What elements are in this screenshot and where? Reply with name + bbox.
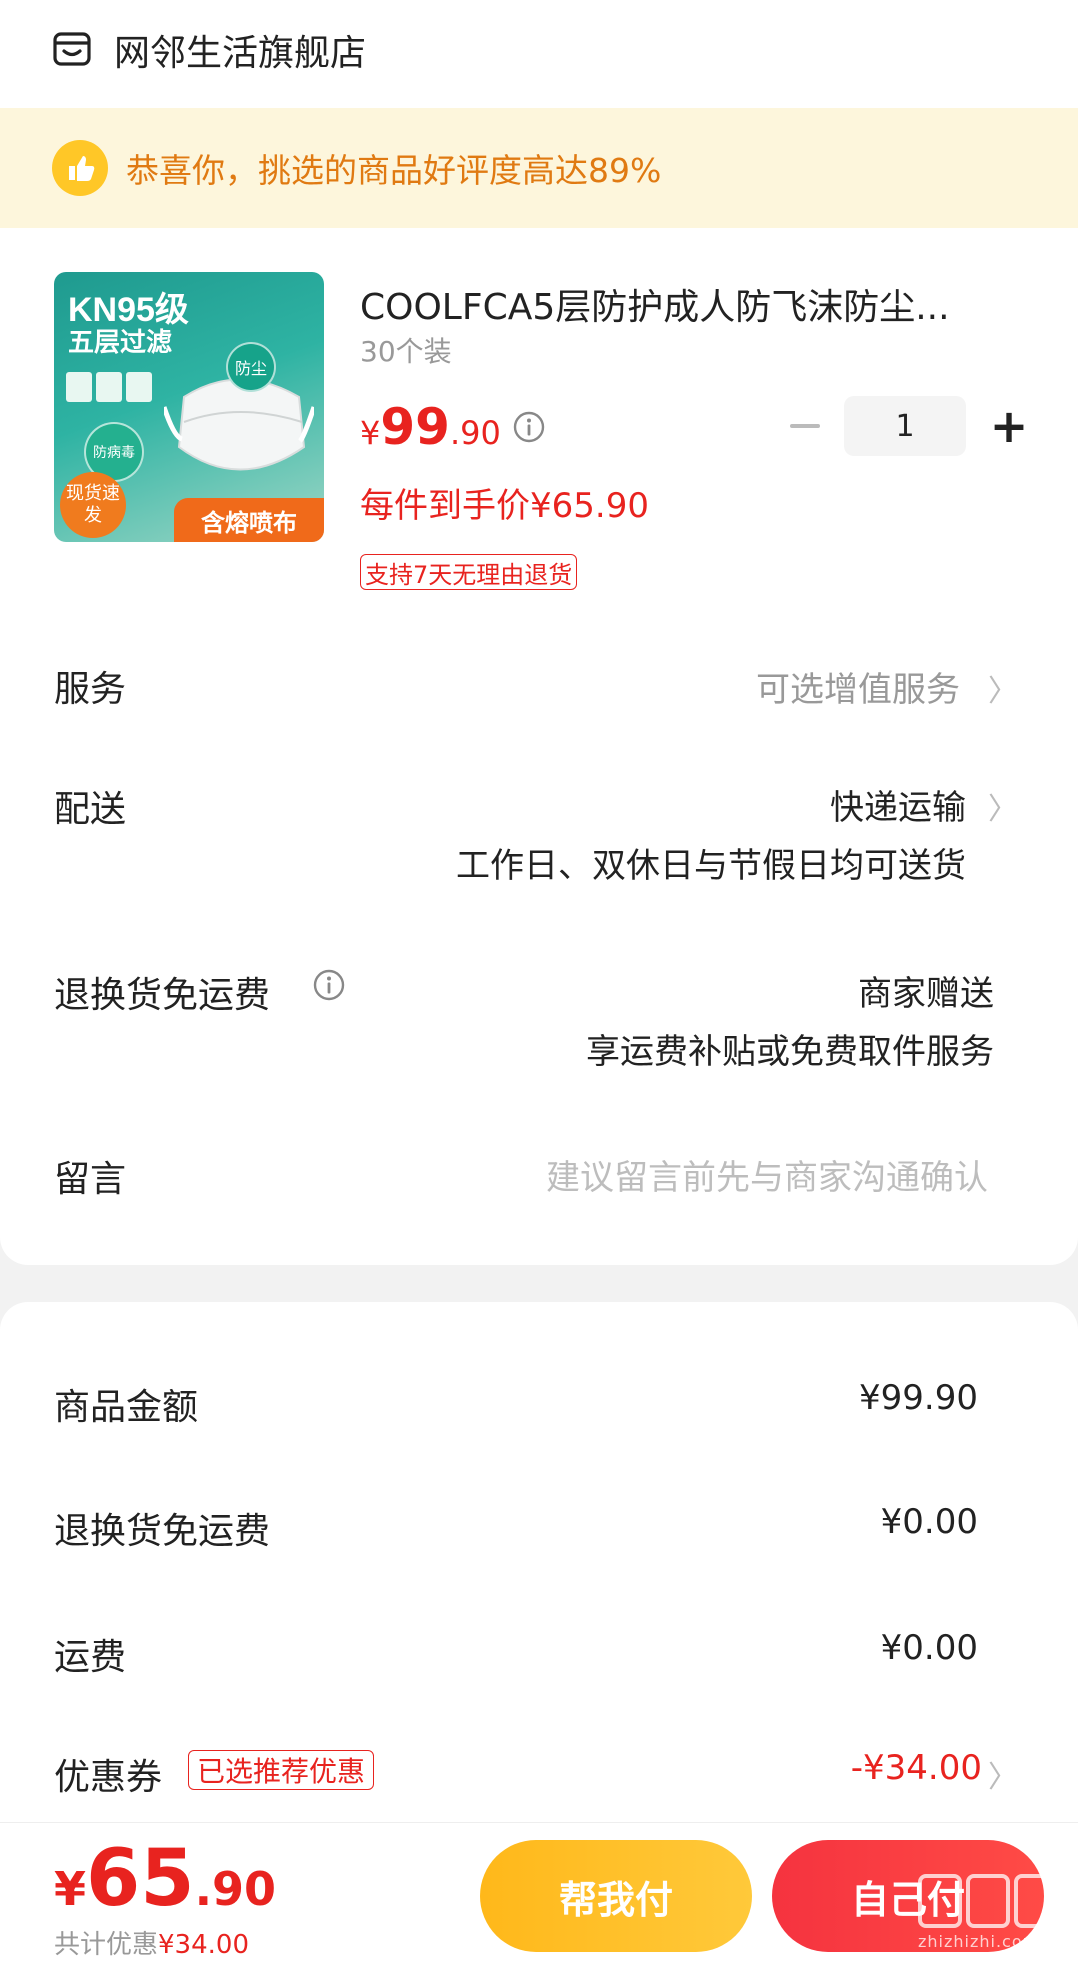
product-price: ¥ 99 .90 — [360, 398, 501, 456]
return-shipping-info-icon[interactable] — [312, 968, 346, 1002]
decrease-button[interactable] — [780, 401, 830, 451]
product-spec[interactable]: 30个装 — [360, 330, 452, 370]
coupon-tag: 已选推荐优惠 — [188, 1750, 375, 1790]
final-price: 每件到手价¥65.90 — [360, 486, 649, 526]
help-pay-button[interactable]: 帮我付 — [480, 1840, 752, 1952]
return-policy-tag: 支持7天无理由退货 — [360, 554, 578, 590]
return-fee-label: 退换货免运费 — [54, 1511, 271, 1552]
shipping-label: 运费 — [54, 1637, 127, 1678]
watermark: zhizhizhi.com — [918, 1874, 1068, 1964]
return-shipping-note: 享运费补贴或免费取件服务 — [586, 1032, 994, 1072]
return-shipping-value: 商家赠送 — [858, 974, 994, 1014]
increase-button[interactable]: + — [984, 399, 1034, 453]
price-info-icon[interactable] — [512, 410, 546, 444]
watermark-text: zhizhizhi.com — [918, 1932, 1040, 1951]
image-badge-dust: 防尘 — [226, 342, 276, 392]
message-input[interactable]: 建议留言前先与商家沟通确认 — [546, 1150, 988, 1199]
thumbs-up-icon — [52, 140, 108, 196]
watermark-logo-icon — [918, 1874, 1068, 1928]
store-header[interactable]: 网邻生活旗舰店 — [52, 20, 366, 80]
quantity-stepper: 1 + — [780, 396, 1034, 456]
store-name: 网邻生活旗舰店 — [114, 33, 367, 74]
shipping-value: ¥0.00 — [880, 1628, 978, 1668]
coupon-label: 优惠券 — [54, 1757, 163, 1798]
total-price: ¥ 65 .90 — [54, 1834, 277, 1924]
quantity-value[interactable]: 1 — [844, 396, 966, 456]
service-chevron-icon[interactable]: 〉 — [988, 666, 1018, 710]
image-subtitle: 五层过滤 — [68, 328, 173, 358]
image-stock-badge: 现货速发 — [60, 472, 126, 538]
service-label: 服务 — [54, 669, 127, 710]
message-label: 留言 — [54, 1159, 127, 1200]
service-value[interactable]: 可选增值服务 — [756, 662, 960, 711]
delivery-chevron-icon[interactable]: 〉 — [988, 784, 1018, 828]
product-image[interactable]: KN95级 五层过滤 防尘 防病毒 现货速发 含熔喷布 — [54, 272, 324, 542]
return-shipping-label: 退换货免运费 — [54, 975, 271, 1016]
total-savings: 共计优惠¥34.00 — [54, 1930, 249, 1960]
coupon-value[interactable]: -¥34.00 — [851, 1748, 982, 1788]
goods-amount-label: 商品金额 — [54, 1387, 199, 1428]
coupon-chevron-icon[interactable]: 〉 — [988, 1752, 1018, 1796]
rating-banner: 恭喜你，挑选的商品好评度高达89% — [0, 108, 1078, 228]
feature-chips — [66, 372, 152, 402]
store-icon — [53, 32, 91, 66]
minus-icon — [790, 424, 820, 428]
product-title[interactable]: COOLFCA5层防护成人防飞沫防尘... — [360, 278, 1000, 330]
delivery-value[interactable]: 快递运输 — [830, 780, 966, 829]
return-fee-value: ¥0.00 — [880, 1502, 978, 1542]
banner-text: 恭喜你，挑选的商品好评度高达89% — [126, 151, 662, 190]
image-bottom-label: 含熔喷布 — [174, 498, 324, 542]
delivery-note: 工作日、双休日与节假日均可送货 — [456, 846, 966, 886]
delivery-label: 配送 — [54, 789, 127, 830]
goods-amount-value: ¥99.90 — [859, 1378, 978, 1418]
